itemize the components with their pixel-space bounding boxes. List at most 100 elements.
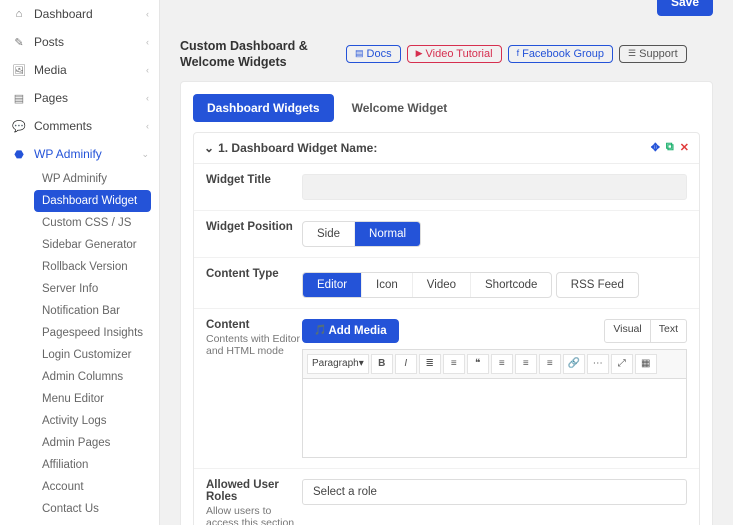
sidebar-item[interactable]: 💬 Comments ‹ [0,112,159,140]
sidebar-item[interactable]: 🖼 Media ‹ [0,56,159,84]
page-title: Custom Dashboard & Welcome Widgets [180,38,340,71]
sidebar-subitem[interactable]: Rollback Version [34,256,159,278]
sidebar-item-label: Comments [34,119,92,133]
sidebar-item-label: Dashboard [34,7,93,21]
sidebar-item[interactable]: ▤ Pages ‹ [0,84,159,112]
type-icon[interactable]: Icon [362,273,413,297]
widget-title-input[interactable] [302,174,687,200]
sidebar-subitem[interactable]: Affiliation [34,454,159,476]
editor-mode-tabs: Visual Text [604,319,687,343]
sidebar-item-label: Pages [34,91,68,105]
admin-sidebar: ⌂ Dashboard ‹ ✎ Posts ‹ 🖼 Media ‹ ▤ Pages ‹ 💬 Comment… [0,0,160,525]
menu-icon: ⌂ [12,8,26,20]
chevron-icon: ‹ [146,121,149,131]
duplicate-icon[interactable]: ⧉ [666,141,674,154]
blockquote-button[interactable]: ❝ [467,354,489,374]
label-widget-position: Widget Position [206,221,302,247]
delete-icon[interactable]: ✕ [680,141,689,154]
chevron-icon: ‹ [146,65,149,75]
sidebar-subitem[interactable]: Account [34,476,159,498]
number-list-button[interactable]: ≡ [443,354,465,374]
sidebar-subitem[interactable]: Dashboard Widget [34,190,151,212]
position-side[interactable]: Side [303,222,355,246]
chevron-icon: ‹ [146,93,149,103]
chevron-icon: ‹ [146,37,149,47]
label-widget-title: Widget Title [206,174,302,200]
sidebar-subitem[interactable]: Pagespeed Insights [34,322,159,344]
label-content-type: Content Type [206,268,302,298]
bold-button[interactable]: B [371,354,393,374]
sidebar-subitem[interactable]: Support Forum [34,520,159,525]
add-media-button[interactable]: Add Media [302,319,399,343]
menu-icon: ✎ [12,36,26,49]
sidebar-item-label: Posts [34,35,64,49]
italic-button[interactable]: I [395,354,417,374]
header-bar: Custom Dashboard & Welcome Widgets ▤Docs… [160,20,733,81]
menu-icon: 💬 [12,120,26,133]
chevron-down-icon: ⌄ [141,149,149,160]
position-normal[interactable]: Normal [355,222,420,246]
link-button[interactable]: 🔗 [563,354,585,374]
move-icon[interactable]: ✥ [651,141,660,154]
video-tutorial-link[interactable]: ▶Video Tutorial [407,45,502,63]
menu-icon: ▤ [12,92,26,105]
docs-link[interactable]: ▤Docs [346,45,401,63]
sidebar-subitem[interactable]: Notification Bar [34,300,159,322]
toolbar-toggle-button[interactable]: ▦ [635,354,657,374]
align-center-button[interactable]: ≡ [515,354,537,374]
widget-header[interactable]: ⌄ 1. Dashboard Widget Name: ✥ ⧉ ✕ [194,133,699,164]
panel-tabs: Dashboard Widgets Welcome Widget [193,94,700,122]
support-icon: ☰ [628,49,636,59]
sidebar-item-wp-adminify[interactable]: ⬣ WP Adminify ⌄ [0,140,159,168]
sidebar-subitem[interactable]: Contact Us [34,498,159,520]
sidebar-subitem[interactable]: WP Adminify [34,168,159,190]
label-content: Content Contents with Editor and HTML mo… [206,319,302,458]
sidebar-subitem[interactable]: Custom CSS / JS [34,212,159,234]
support-link[interactable]: ☰Support [619,45,687,63]
label-allowed-roles: Allowed User Roles Allow users to access… [206,479,302,525]
tab-dashboard-widgets[interactable]: Dashboard Widgets [193,94,334,122]
facebook-icon: f [517,49,520,59]
sidebar-subitem[interactable]: Admin Pages [34,432,159,454]
sidebar-item-label: WP Adminify [34,147,102,161]
fullscreen-button[interactable]: ⤢ [611,354,633,374]
type-rss[interactable]: RSS Feed [557,273,638,297]
mode-text[interactable]: Text [651,320,686,342]
type-editor[interactable]: Editor [303,273,362,297]
widget-card: ⌄ 1. Dashboard Widget Name: ✥ ⧉ ✕ Widget… [193,132,700,525]
adminify-icon: ⬣ [12,148,26,161]
docs-icon: ▤ [355,49,364,59]
chevron-down-icon: ⌄ [204,141,214,155]
sidebar-item[interactable]: ✎ Posts ‹ [0,28,159,56]
sidebar-subitem[interactable]: Activity Logs [34,410,159,432]
sidebar-subitem[interactable]: Login Customizer [34,344,159,366]
bullet-list-button[interactable]: ≣ [419,354,441,374]
sidebar-subitem[interactable]: Admin Columns [34,366,159,388]
sidebar-item[interactable]: ⌂ Dashboard ‹ [0,0,159,28]
settings-panel: Dashboard Widgets Welcome Widget ⌄ 1. Da… [180,81,713,525]
save-button[interactable]: Save [657,0,713,16]
widget-name: 1. Dashboard Widget Name: [218,141,377,155]
sidebar-subitem[interactable]: Menu Editor [34,388,159,410]
menu-icon: 🖼 [12,64,26,77]
more-button[interactable]: ⋯ [587,354,609,374]
tab-welcome-widget[interactable]: Welcome Widget [338,94,462,122]
type-video[interactable]: Video [413,273,471,297]
type-shortcode[interactable]: Shortcode [471,273,551,297]
play-icon: ▶ [416,49,423,59]
sidebar-subitem[interactable]: Sidebar Generator [34,234,159,256]
align-right-button[interactable]: ≡ [539,354,561,374]
mode-visual[interactable]: Visual [605,320,650,342]
facebook-group-link[interactable]: fFacebook Group [508,45,613,63]
content-type-group: Editor Icon Video Shortcode [302,272,552,298]
widget-position-group: Side Normal [302,221,421,247]
sidebar-subitem[interactable]: Server Info [34,278,159,300]
main-content: Save Custom Dashboard & Welcome Widgets … [160,0,733,525]
chevron-icon: ‹ [146,9,149,19]
format-select[interactable]: Paragraph ▾ [307,354,369,374]
editor-toolbar: Paragraph ▾ B I ≣ ≡ ❝ ≡ ≡ ≡ 🔗 ⋯ ⤢ ▦ [302,349,687,378]
content-editor[interactable] [302,378,687,458]
align-left-button[interactable]: ≡ [491,354,513,374]
sidebar-item-label: Media [34,63,67,77]
allowed-roles-select[interactable]: Select a role [302,479,687,505]
